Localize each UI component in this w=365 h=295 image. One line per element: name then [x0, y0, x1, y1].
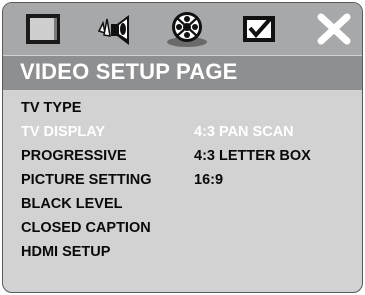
video-setup-icon[interactable] — [165, 9, 209, 49]
menu-item-hdmi-setup[interactable]: HDMI SETUP — [21, 240, 152, 264]
menu-item-picture-setting[interactable]: PICTURE SETTING — [21, 168, 152, 192]
menu-item-tv-type[interactable]: TV TYPE — [21, 96, 152, 120]
general-setup-icon[interactable] — [21, 9, 65, 49]
setup-menu: TV TYPE TV DISPLAY PROGRESSIVE PICTURE S… — [21, 96, 152, 264]
option-16-9[interactable]: 16:9 — [194, 168, 311, 192]
option-pan-scan[interactable]: 4:3 PAN SCAN — [194, 120, 311, 144]
menu-item-black-level[interactable]: BLACK LEVEL — [21, 192, 152, 216]
menu-item-tv-display[interactable]: TV DISPLAY — [21, 120, 152, 144]
exit-icon[interactable] — [312, 9, 356, 49]
osd-screen: VIDEO SETUP PAGE TV TYPE TV DISPLAY PROG… — [2, 2, 363, 293]
page-title-bar: VIDEO SETUP PAGE — [3, 56, 362, 90]
menu-item-closed-caption[interactable]: CLOSED CAPTION — [21, 216, 152, 240]
menu-item-progressive[interactable]: PROGRESSIVE — [21, 144, 152, 168]
page-title: VIDEO SETUP PAGE — [20, 59, 238, 84]
option-letter-box[interactable]: 4:3 LETTER BOX — [194, 144, 311, 168]
audio-setup-icon[interactable] — [93, 9, 137, 49]
preference-setup-icon[interactable] — [237, 9, 281, 49]
setup-icon-bar — [3, 3, 362, 55]
tv-display-options: 4:3 PAN SCAN 4:3 LETTER BOX 16:9 — [194, 120, 311, 192]
